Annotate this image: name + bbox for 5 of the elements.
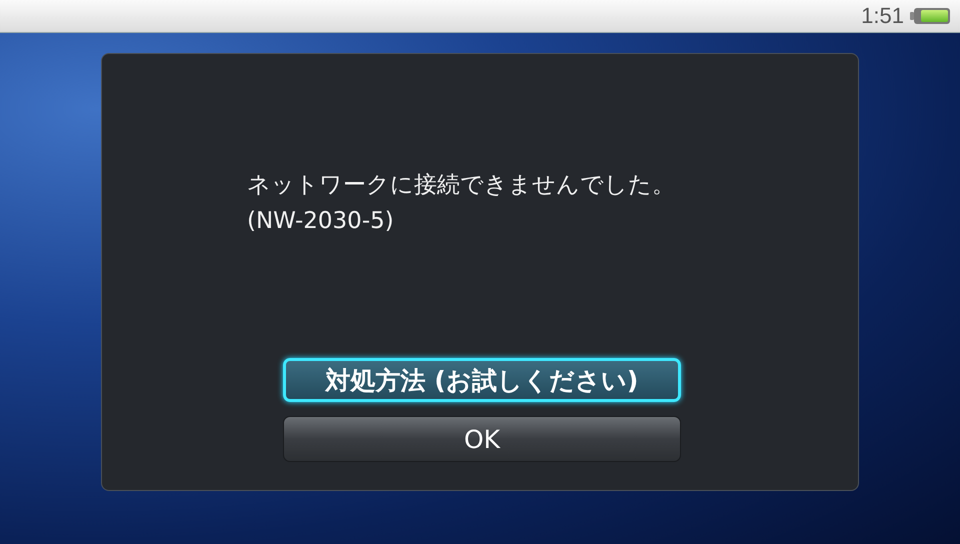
dialog-button[interactable]: 対処方法 (お試しください): [283, 358, 681, 402]
dialog-button[interactable]: OK: [283, 416, 681, 462]
error-message: ネットワークに接続できませんでした。: [247, 171, 676, 200]
error-message: (NW-2030-5): [247, 207, 395, 236]
clock-time: 1:51: [861, 3, 904, 29]
